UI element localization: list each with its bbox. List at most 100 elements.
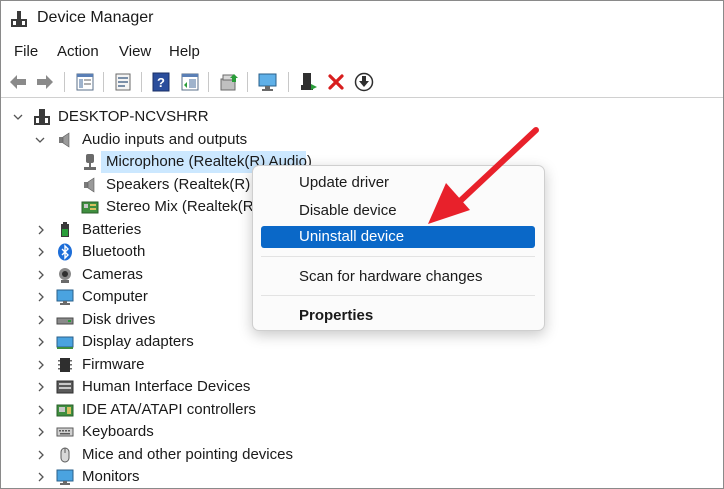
download-icon[interactable] xyxy=(353,71,375,93)
tree-category-firmware[interactable]: Firmware xyxy=(1,354,261,376)
chevron-right-icon[interactable] xyxy=(36,360,46,370)
menu-file[interactable]: File xyxy=(12,43,40,60)
chevron-down-icon[interactable] xyxy=(13,112,23,122)
toolbar-separator xyxy=(247,72,248,92)
category-label: Keyboards xyxy=(82,423,154,440)
menu-view[interactable]: View xyxy=(117,43,153,60)
menu-item-disable-device[interactable]: Disable device xyxy=(261,200,535,222)
chevron-right-icon[interactable] xyxy=(36,450,46,460)
tree-root-row[interactable]: DESKTOP-NCVSHRR xyxy=(1,106,301,128)
show-hide-tree-icon[interactable] xyxy=(74,71,96,93)
menu-separator xyxy=(261,295,535,296)
svg-text:?: ? xyxy=(157,75,165,90)
disk-drive-icon xyxy=(56,317,74,325)
ide-controller-icon xyxy=(56,404,74,417)
category-label: Batteries xyxy=(82,221,142,238)
computer-name: DESKTOP-NCVSHRR xyxy=(58,108,209,125)
bluetooth-icon xyxy=(58,243,72,261)
window-title: Device Manager xyxy=(37,9,154,26)
chevron-right-icon[interactable] xyxy=(36,225,46,235)
category-label: Firmware xyxy=(82,356,145,373)
menu-item-label: Update driver xyxy=(299,174,390,191)
tree-category-display-adapters[interactable]: Display adapters xyxy=(1,331,261,353)
category-label: Cameras xyxy=(82,266,143,283)
chevron-right-icon[interactable] xyxy=(36,427,46,437)
back-icon[interactable] xyxy=(7,71,29,93)
category-label: Human Interface Devices xyxy=(82,378,251,395)
display-adapter-icon xyxy=(56,336,74,349)
device-manager-icon xyxy=(11,11,27,27)
view-icon[interactable] xyxy=(179,71,201,93)
chevron-right-icon[interactable] xyxy=(36,382,46,392)
tree-category-bluetooth[interactable]: Bluetooth xyxy=(1,241,261,263)
chevron-down-icon[interactable] xyxy=(35,135,45,145)
category-label: Bluetooth xyxy=(82,243,146,260)
tree-category-disk-drives[interactable]: Disk drives xyxy=(1,309,261,331)
category-label: Disk drives xyxy=(82,311,156,328)
chevron-right-icon[interactable] xyxy=(36,405,46,415)
device-row-speakers[interactable]: Speakers (Realtek(R) Au xyxy=(1,174,272,196)
camera-icon xyxy=(59,268,71,283)
microphone-icon xyxy=(84,154,96,170)
device-manager-window: Device Manager File Action View Help ? D… xyxy=(0,0,724,489)
chevron-right-icon[interactable] xyxy=(36,337,46,347)
monitor-icon xyxy=(56,289,74,305)
menu-item-label: Scan for hardware changes xyxy=(299,268,483,285)
tree-category-keyboards[interactable]: Keyboards xyxy=(1,421,261,443)
context-menu: Update driver Disable device Uninstall d… xyxy=(252,165,545,331)
toolbar-separator xyxy=(64,72,65,92)
update-driver-icon[interactable] xyxy=(218,71,240,93)
title-bar: Device Manager xyxy=(1,1,723,37)
menu-item-properties[interactable]: Properties xyxy=(261,305,535,327)
hid-icon xyxy=(56,380,74,394)
category-label: Display adapters xyxy=(82,333,194,350)
enable-device-icon[interactable] xyxy=(298,71,320,93)
toolbar-separator xyxy=(103,72,104,92)
chevron-right-icon[interactable] xyxy=(36,292,46,302)
menu-item-scan-hardware[interactable]: Scan for hardware changes xyxy=(261,266,535,288)
category-label: Computer xyxy=(82,288,148,305)
monitor-icon xyxy=(56,469,74,485)
category-label: Monitors xyxy=(82,468,140,485)
help-icon[interactable]: ? xyxy=(150,71,172,93)
toolbar: ? xyxy=(1,67,723,98)
menu-item-label: Disable device xyxy=(299,202,397,219)
scan-icon[interactable] xyxy=(257,71,279,93)
menu-item-uninstall-device[interactable]: Uninstall device xyxy=(261,226,535,248)
menu-action[interactable]: Action xyxy=(55,43,101,60)
category-label: IDE ATA/ATAPI controllers xyxy=(82,401,256,418)
menu-separator xyxy=(261,256,535,257)
keyboard-icon xyxy=(56,427,74,437)
tree-category-audio[interactable]: Audio inputs and outputs xyxy=(1,129,301,151)
device-label: Stereo Mix (Realtek(R) A xyxy=(106,198,272,215)
category-label: Audio inputs and outputs xyxy=(82,131,248,148)
tree-category-hid[interactable]: Human Interface Devices xyxy=(1,376,261,398)
chevron-right-icon[interactable] xyxy=(36,270,46,280)
device-label: Speakers (Realtek(R) Au xyxy=(106,176,272,193)
menu-item-update-driver[interactable]: Update driver xyxy=(261,172,535,194)
battery-icon xyxy=(61,222,69,237)
computer-host-icon xyxy=(34,109,50,125)
chevron-right-icon[interactable] xyxy=(36,315,46,325)
toolbar-separator xyxy=(208,72,209,92)
uninstall-icon[interactable] xyxy=(325,71,347,93)
tree-category-cameras[interactable]: Cameras xyxy=(1,264,261,286)
tree-category-computer[interactable]: Computer xyxy=(1,286,261,308)
speaker-icon xyxy=(84,177,95,193)
toolbar-separator xyxy=(141,72,142,92)
tree-category-ide[interactable]: IDE ATA/ATAPI controllers xyxy=(1,399,261,421)
tree-category-mice[interactable]: Mice and other pointing devices xyxy=(1,444,301,466)
speaker-icon xyxy=(59,132,70,148)
device-row-stereo-mix[interactable]: Stereo Mix (Realtek(R) A xyxy=(1,196,272,218)
properties-icon[interactable] xyxy=(112,71,134,93)
tree-category-monitors[interactable]: Monitors xyxy=(1,466,261,488)
tree-category-batteries[interactable]: Batteries xyxy=(1,219,261,241)
menu-item-label: Properties xyxy=(299,307,374,324)
sound-card-icon xyxy=(81,201,99,214)
forward-icon[interactable] xyxy=(34,71,56,93)
chevron-right-icon[interactable] xyxy=(36,247,46,257)
firmware-chip-icon xyxy=(58,358,72,372)
toolbar-separator xyxy=(288,72,289,92)
chevron-right-icon[interactable] xyxy=(36,472,46,482)
menu-help[interactable]: Help xyxy=(167,43,202,60)
